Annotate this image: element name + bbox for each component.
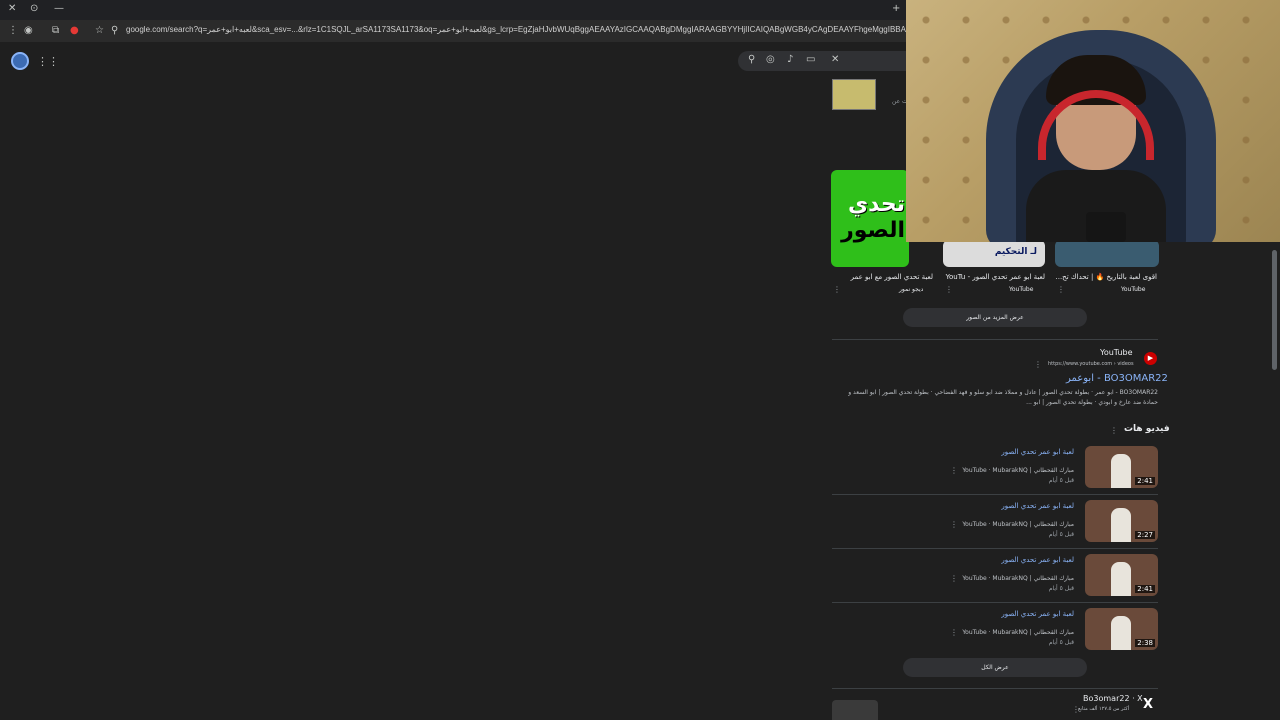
thumbnail-text: لـ التحكيم [994, 247, 1037, 257]
minimize-icon[interactable]: — [54, 3, 64, 14]
video-title[interactable]: لعبة ابو عمر تحدي الصور [1001, 610, 1074, 618]
video-thumbnail[interactable]: 2:41 [1085, 554, 1158, 596]
video-meta: YouTube · MubarakNQ | مبارك القحطاني [962, 521, 1074, 528]
result-url: https://www.youtube.com › videos [1048, 361, 1134, 367]
divider [832, 548, 1158, 549]
video-thumbnail[interactable]: 2:27 [1085, 500, 1158, 542]
video-meta: YouTube · MubarakNQ | مبارك القحطاني [962, 629, 1074, 636]
menu-dots-icon[interactable]: ⋮ [8, 25, 18, 36]
video-card-source: YouTube [1121, 286, 1146, 293]
divider [832, 339, 1158, 340]
video-card-title[interactable]: لعبة ابو عمر تحدي الصور - YouTu [946, 273, 1045, 281]
list-item[interactable]: 2:41 لعبة ابو عمر تحدي الصور YouTube · M… [832, 554, 1158, 608]
video-title[interactable]: لعبة ابو عمر تحدي الصور [1001, 502, 1074, 510]
result-site-name: YouTube [1100, 348, 1133, 357]
more-options-icon[interactable]: ⋮ [1072, 705, 1080, 714]
webcam-overlay [906, 0, 1280, 242]
video-age: قبل ٥ أيام [1048, 585, 1074, 592]
more-options-icon[interactable]: ⋮ [950, 574, 958, 583]
result-snippet: BO3OMAR22 - ابو عمر · بطولة تحدي الصور |… [848, 389, 1158, 406]
divider [832, 494, 1158, 495]
list-item[interactable]: 2:27 لعبة ابو عمر تحدي الصور YouTube · M… [832, 500, 1158, 554]
record-icon[interactable]: ● [70, 25, 79, 36]
top-result-thumbnail[interactable] [832, 79, 876, 110]
video-card-title[interactable]: لعبة تحدي الصور مع ابو عمر [851, 273, 933, 281]
videos-section-heading: فيديو هات [1124, 424, 1170, 434]
video-meta: YouTube · MubarakNQ | مبارك القحطاني [962, 467, 1074, 474]
lens-icon[interactable]: ◎ [766, 54, 775, 65]
more-options-icon[interactable]: ⋮ [945, 285, 953, 294]
list-item[interactable]: 2:41 لعبة ابو عمر تحدي الصور YouTube · M… [832, 446, 1158, 500]
more-options-icon[interactable]: ⋮ [950, 520, 958, 529]
clear-search-icon[interactable]: ✕ [831, 54, 839, 65]
x-result-subtitle: أكثر من ١٢٧،٥ ألف متابع [1078, 706, 1130, 712]
more-options-icon[interactable]: ⋮ [1057, 285, 1065, 294]
search-box-tools: ⚲ ◎ ♪ ▭ ✕ [738, 51, 918, 71]
page-scrollbar[interactable] [1272, 250, 1277, 370]
video-duration: 2:38 [1135, 639, 1155, 647]
avatar[interactable] [11, 52, 29, 70]
video-thumbnail[interactable]: 2:38 [1085, 608, 1158, 650]
thumbnail-text: تحدي [848, 192, 905, 217]
more-images-button[interactable]: عرض المزيد من الصور [903, 308, 1087, 327]
video-card-source: ديجو نمور [899, 286, 924, 293]
view-all-button[interactable]: عرض الكل [903, 658, 1087, 677]
thumbnail-text: الصور [841, 218, 905, 243]
video-card-source: YouTube [1009, 286, 1034, 293]
x-result-title[interactable]: Bo3omar22 · X [1083, 694, 1143, 703]
video-title[interactable]: لعبة ابو عمر تحدي الصور [1001, 556, 1074, 564]
video-title[interactable]: لعبة ابو عمر تحدي الصور [1001, 448, 1074, 456]
more-options-icon[interactable]: ⋮ [950, 628, 958, 637]
video-thumbnail[interactable]: 2:41 [1085, 446, 1158, 488]
video-age: قبل ٥ أيام [1048, 477, 1074, 484]
video-age: قبل ٥ أيام [1048, 531, 1074, 538]
divider [832, 688, 1158, 689]
video-card-thumbnail[interactable]: لـ التحكيم [943, 240, 1045, 267]
video-duration: 2:41 [1135, 585, 1155, 593]
microphone-device [1086, 212, 1126, 242]
site-info-icon[interactable]: ⚲ [111, 25, 118, 36]
apps-grid-icon[interactable]: ⋮⋮ [37, 55, 59, 68]
bookmark-star-icon[interactable]: ☆ [95, 25, 104, 36]
new-tab-icon[interactable]: + [892, 3, 900, 14]
x-logo-icon: X [1143, 697, 1154, 712]
video-card-thumbnail[interactable] [1055, 240, 1159, 267]
video-duration: 2:41 [1135, 477, 1155, 485]
x-result-thumbnail[interactable] [832, 700, 878, 720]
video-card-title[interactable]: اقوى لعبة بالتاريخ 🔥 | تحداك تح... [1056, 273, 1158, 281]
result-title-link[interactable]: BO3OMAR22 - ابوعمر [1066, 373, 1168, 384]
profile-icon[interactable]: ◉ [24, 25, 33, 36]
divider [832, 602, 1158, 603]
more-options-icon[interactable]: ⋮ [1034, 360, 1042, 369]
video-duration: 2:27 [1135, 531, 1155, 539]
search-icon[interactable]: ⚲ [748, 54, 755, 65]
video-age: قبل ٥ أيام [1048, 639, 1074, 646]
video-meta: YouTube · MubarakNQ | مبارك القحطاني [962, 575, 1074, 582]
more-options-icon[interactable]: ⋮ [833, 285, 841, 294]
video-card-thumbnail[interactable]: تحدي الصور [831, 170, 909, 267]
more-options-icon[interactable]: ⋮ [950, 466, 958, 475]
extension-icon[interactable]: ⧉ [52, 25, 59, 36]
restore-icon[interactable]: ⊙ [30, 3, 38, 14]
youtube-icon: ▶ [1144, 352, 1157, 365]
more-options-icon[interactable]: ⋮ [1110, 426, 1118, 435]
keyboard-icon[interactable]: ▭ [806, 54, 815, 65]
microphone-icon[interactable]: ♪ [787, 54, 793, 65]
list-item[interactable]: 2:38 لعبة ابو عمر تحدي الصور YouTube · M… [832, 608, 1158, 662]
close-tab-icon[interactable]: ✕ [8, 3, 16, 14]
url-field[interactable]: google.com/search?q=لعبه+ابو+عمر&sca_esv… [126, 25, 906, 34]
